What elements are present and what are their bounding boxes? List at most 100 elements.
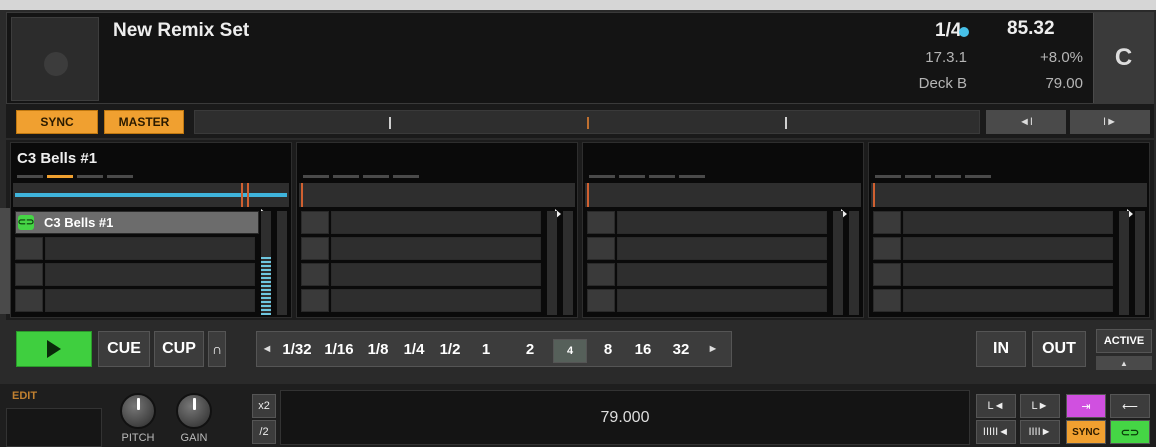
loop-size-option[interactable]: 1	[469, 332, 503, 366]
sample-cell[interactable]	[617, 211, 827, 234]
loop-marker	[247, 183, 249, 207]
sample-cell[interactable]	[15, 237, 43, 260]
gain-knob[interactable]	[176, 393, 212, 429]
slot-segment	[619, 175, 645, 178]
sample-cell[interactable]	[45, 237, 255, 260]
cup-button[interactable]: CUP	[154, 331, 204, 367]
loop-out-button[interactable]: OUT	[1032, 331, 1086, 367]
loop-size-option[interactable]: 1/2	[433, 332, 467, 366]
sample-cell-selected[interactable]: ⊂⊃ C3 Bells #1	[15, 211, 259, 234]
sample-cell[interactable]	[587, 289, 615, 312]
phase-meter[interactable]	[194, 110, 980, 134]
sync-row: SYNC MASTER ◄I I►	[6, 104, 1154, 138]
bottom-panel: EDIT PITCH GAIN x2 /2 79.000 L◄ L► ⇥ ⟵ I…	[0, 384, 1156, 447]
sample-cell[interactable]	[331, 211, 541, 234]
sample-cell[interactable]	[301, 289, 329, 312]
quantize-value[interactable]: 1/4	[935, 20, 961, 42]
double-tempo-button[interactable]: x2	[252, 394, 276, 418]
loop-prev-icon[interactable]: ◄	[259, 332, 275, 366]
sample-cell[interactable]	[15, 289, 43, 312]
slot-waveform[interactable]	[585, 183, 861, 207]
loop-size-option[interactable]: 1/4	[397, 332, 431, 366]
loop-size-option[interactable]: 2	[515, 332, 545, 366]
slot-volume-fader[interactable]	[1135, 211, 1145, 315]
slot-volume-fader[interactable]	[563, 211, 573, 315]
sample-cell[interactable]	[301, 263, 329, 286]
play-button[interactable]	[16, 331, 92, 367]
sample-cell[interactable]	[617, 237, 827, 260]
cue-button[interactable]: CUE	[98, 331, 150, 367]
back-arrow-icon[interactable]: ⟵	[1110, 394, 1150, 418]
sample-cell[interactable]	[873, 237, 901, 260]
flux-button[interactable]: ∩	[208, 331, 226, 367]
edit-label: EDIT	[12, 390, 38, 402]
slot-waveform[interactable]	[13, 183, 289, 207]
slot-segment	[333, 175, 359, 178]
loop-size-option[interactable]: 32	[663, 332, 699, 366]
reverse-button[interactable]: IIIII◄	[976, 420, 1016, 444]
sample-cell[interactable]	[331, 263, 541, 286]
half-tempo-button[interactable]: /2	[252, 420, 276, 444]
playhead-marker	[873, 183, 875, 207]
slot-waveform[interactable]	[299, 183, 575, 207]
sample-cell[interactable]	[587, 263, 615, 286]
key-lock-icon[interactable]: ⇥	[1066, 394, 1106, 418]
loop-size-option[interactable]: 1/32	[277, 332, 317, 366]
slot-volume-fader[interactable]	[849, 211, 859, 315]
sample-cell[interactable]	[587, 211, 615, 234]
sample-cell[interactable]	[301, 211, 329, 234]
loop-size-option[interactable]: 1/16	[319, 332, 359, 366]
play-icon	[47, 340, 61, 358]
transport-bar: CUE CUP ∩ ◄ 1/32 1/16 1/8 1/4 1/2 1 2 4 …	[6, 322, 1154, 382]
sample-cell[interactable]	[903, 211, 1113, 234]
sample-cell[interactable]	[873, 289, 901, 312]
sample-cell[interactable]	[903, 289, 1113, 312]
deck-letter[interactable]: C	[1093, 13, 1153, 103]
beatjump-forward-button[interactable]: I►	[1070, 110, 1150, 134]
phase-tick	[785, 117, 787, 129]
sample-cell[interactable]	[617, 289, 827, 312]
sample-cell[interactable]	[903, 263, 1113, 286]
edit-area[interactable]	[6, 408, 102, 447]
loop-next-icon[interactable]: ►	[705, 332, 721, 366]
tempo-value-field[interactable]: 79.000	[280, 390, 970, 445]
jump-forward-button[interactable]: L►	[1020, 394, 1060, 418]
loop-in-button[interactable]: IN	[976, 331, 1026, 367]
deck-header: New Remix Set 1/4 17.3.1 Deck B 85.32 +8…	[6, 12, 1154, 104]
loop-active-button[interactable]: ACTIVE	[1096, 329, 1152, 353]
loop-size-option-active[interactable]: 4	[553, 339, 587, 363]
top-strip	[0, 0, 1156, 10]
slot-sync-button[interactable]: SYNC	[1066, 420, 1106, 444]
forward-button[interactable]: IIII►	[1020, 420, 1060, 444]
sample-cell[interactable]	[45, 289, 255, 312]
slot-loop-button[interactable]: ⊂⊃	[1110, 420, 1150, 444]
slot-volume-fader[interactable]	[277, 211, 287, 315]
loop-size-option[interactable]: 8	[593, 332, 623, 366]
sample-cell[interactable]	[331, 289, 541, 312]
sample-cell[interactable]	[45, 263, 255, 286]
slot-waveform[interactable]	[871, 183, 1147, 207]
loop-size-option[interactable]: 1/8	[361, 332, 395, 366]
meter-fill	[261, 255, 271, 315]
jump-back-button[interactable]: L◄	[976, 394, 1016, 418]
slot-segment	[905, 175, 931, 178]
sample-cell[interactable]	[587, 237, 615, 260]
sync-button[interactable]: SYNC	[16, 110, 98, 134]
sample-label: C3 Bells #1	[44, 215, 114, 230]
phase-center-tick	[587, 117, 589, 129]
sample-cell[interactable]	[15, 263, 43, 286]
sample-cell[interactable]	[331, 237, 541, 260]
playhead-marker	[241, 183, 243, 207]
sample-cell[interactable]	[617, 263, 827, 286]
pitch-knob[interactable]	[120, 393, 156, 429]
sample-cell[interactable]	[903, 237, 1113, 260]
sample-cell[interactable]	[873, 263, 901, 286]
sample-cell[interactable]	[301, 237, 329, 260]
loop-active-expand-icon[interactable]: ▲	[1096, 356, 1152, 370]
loop-size-option[interactable]: 16	[625, 332, 661, 366]
beatjump-back-button[interactable]: ◄I	[986, 110, 1066, 134]
position-readout: 17.3.1	[925, 49, 967, 66]
cover-art[interactable]	[11, 17, 99, 101]
master-button[interactable]: MASTER	[104, 110, 184, 134]
sample-cell[interactable]	[873, 211, 901, 234]
